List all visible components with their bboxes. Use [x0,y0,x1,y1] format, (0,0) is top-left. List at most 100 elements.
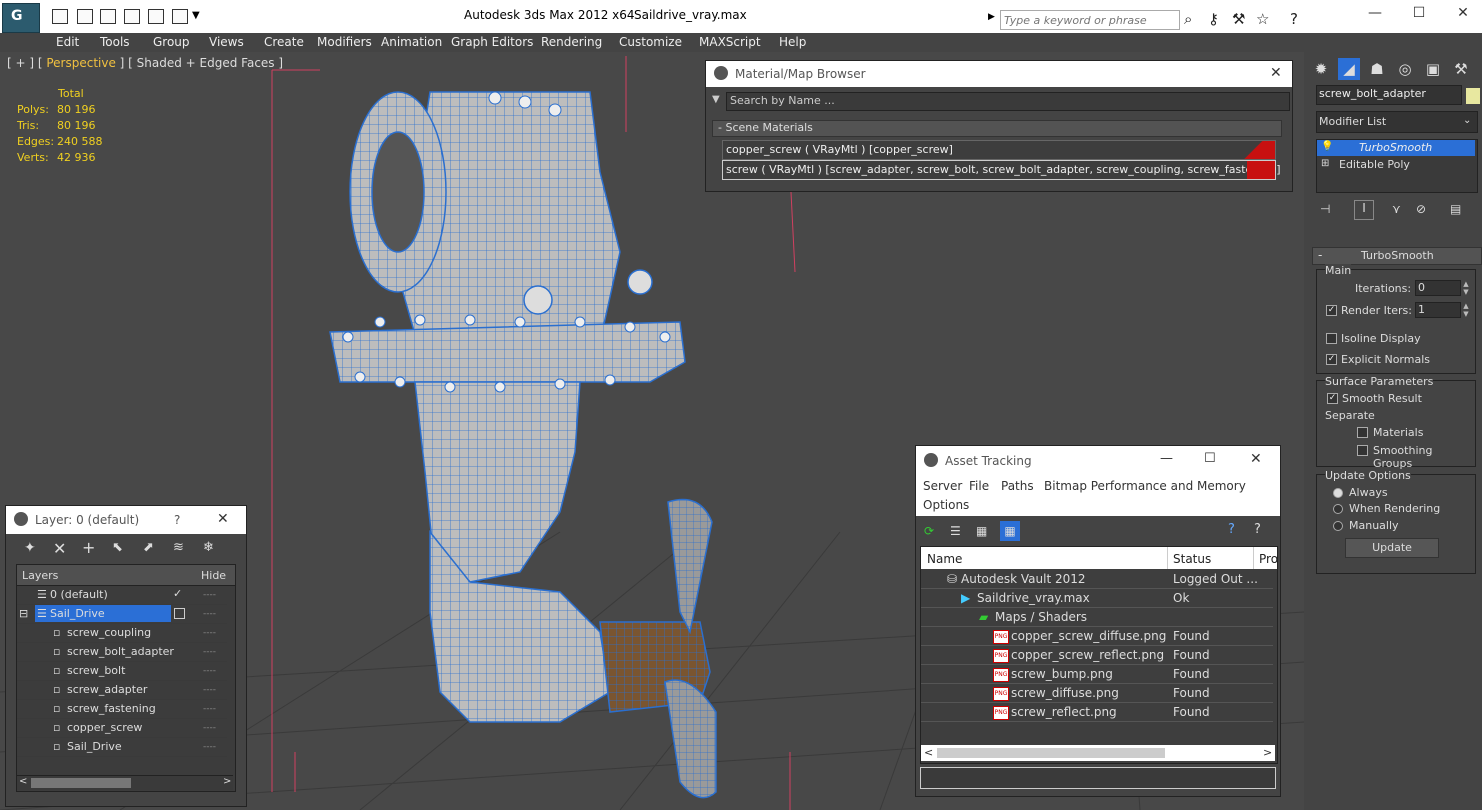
layer-row[interactable]: ⊟ ☰ Sail_Drive ---- [17,605,227,624]
layer-row[interactable]: ▫ copper_screw ---- [17,719,227,738]
current-layer-checkmark-icon[interactable]: ✓ [173,587,182,600]
key-icon[interactable]: ⚷ [1208,10,1219,28]
object-name[interactable]: screw_bolt [67,664,125,677]
scroll-left-icon[interactable]: < [19,776,27,787]
select-objects-icon[interactable]: ⬉ [112,540,123,555]
refresh-icon[interactable]: ⟳ [924,524,934,538]
modifier-list-label[interactable]: Modifier List [1319,115,1386,128]
asset-name[interactable]: screw_reflect.png [1011,705,1117,719]
binoculars-icon[interactable]: ⌕ [1184,10,1192,28]
render-iters-spinner[interactable]: 1 [1415,302,1461,318]
render-iters-checkbox[interactable]: ✓ [1326,305,1337,316]
viewport-label-prefix[interactable]: [ + ] [ [7,56,46,70]
collapse-minus-icon[interactable]: ⊟ [19,607,28,620]
maximize-button[interactable]: ☐ [1404,5,1434,25]
status-column-header[interactable]: Status [1173,552,1211,566]
hide-all-layers-icon[interactable]: ≋ [173,540,184,555]
search-field[interactable] [1000,10,1180,30]
update-button[interactable]: Update [1345,538,1439,558]
object-name[interactable]: screw_adapter [67,683,147,696]
asset-row[interactable]: ▶ Saildrive_vray.max Ok [921,589,1273,608]
options-dropdown-icon[interactable]: ▼ [712,94,720,105]
scroll-right-icon[interactable]: > [223,776,231,787]
material-row[interactable]: screw ( VRayMtl ) [screw_adapter, screw_… [722,160,1281,180]
object-name[interactable]: copper_screw [67,721,142,734]
layer-row[interactable]: ▫ screw_bolt ---- [17,662,227,681]
create-tab-icon[interactable]: ✹ [1310,58,1332,80]
horizontal-scrollbar[interactable]: < > [921,745,1275,761]
object-name-input[interactable] [1317,86,1461,101]
smooth-result-checkbox[interactable]: ✓ [1327,393,1338,404]
help-icon[interactable]: ? [1228,522,1235,537]
app-menu-button[interactable]: G [2,3,40,33]
thumbnail-view-icon[interactable]: ▦ [976,524,987,538]
object-name[interactable]: screw_fastening [67,702,156,715]
context-help-icon[interactable]: ? [1254,522,1261,537]
asset-name[interactable]: Maps / Shaders [995,610,1087,624]
scene-materials-section[interactable]: - Scene Materials [712,120,1282,137]
layer-row[interactable]: ▫ screw_fastening ---- [17,700,227,719]
remove-modifier-icon[interactable]: ⊘ [1416,202,1426,216]
viewport-view-name[interactable]: Perspective [46,56,116,70]
turbosmooth-rollout-header[interactable]: - TurboSmooth [1312,247,1482,265]
pro-column-header[interactable]: Pro [1259,552,1278,566]
menu-paths[interactable]: Paths [1001,479,1034,493]
lightbulb-icon[interactable]: 💡 [1321,141,1333,152]
undo-icon[interactable] [100,9,116,24]
search-input[interactable] [1001,11,1176,29]
show-end-result-icon[interactable]: I [1354,200,1374,220]
name-column-header[interactable]: Name [927,552,962,566]
motion-tab-icon[interactable]: ◎ [1394,58,1416,80]
spinner-arrows-icon[interactable]: ▲ ▼ [1461,302,1471,318]
scrollbar-thumb[interactable] [31,778,131,788]
close-button[interactable]: ✕ [1448,5,1478,25]
hold-icon[interactable] [148,9,164,24]
layer-row[interactable]: ▫ screw_coupling ---- [17,624,227,643]
hide-toggle[interactable]: ---- [203,704,216,714]
stack-item-editable-poly[interactable]: ⊞ Editable Poly [1317,157,1475,173]
maximize-button[interactable]: ☐ [1204,451,1216,466]
hide-column-header[interactable]: Hide [201,569,226,582]
asset-row[interactable]: ▰ Maps / Shaders [921,608,1273,627]
quick-access-dropdown-icon[interactable]: ▼ [192,10,200,21]
help-button[interactable]: ? [174,513,180,527]
close-icon[interactable]: ✕ [1250,451,1262,467]
menu-file[interactable]: File [969,479,989,493]
asset-name[interactable]: Saildrive_vray.max [977,591,1090,605]
list-view-icon[interactable]: ☰ [950,524,961,538]
close-icon[interactable]: ✕ [1270,65,1282,81]
minimize-button[interactable]: — [1160,451,1173,466]
stack-item-label[interactable]: TurboSmooth [1359,141,1432,154]
asset-row[interactable]: PNG copper_screw_reflect.png Found [921,646,1273,665]
highlight-objects-icon[interactable]: ⬈ [143,540,154,555]
chevron-down-icon[interactable]: ⌄ [1463,115,1471,126]
material-name[interactable]: screw ( VRayMtl ) [screw_adapter, screw_… [726,163,1281,176]
asset-row[interactable]: PNG screw_diffuse.png Found [921,684,1273,703]
iterations-spinner[interactable]: 0 [1415,280,1461,296]
menu-animation[interactable]: Animation [381,35,442,49]
menu-options[interactable]: Options [923,498,969,512]
material-search-field[interactable]: Search by Name ... [726,92,1290,111]
table-view-icon[interactable]: ▦ [1000,521,1020,541]
spinner-arrows-icon[interactable]: ▲ ▼ [1461,280,1471,296]
save-icon[interactable] [77,9,93,24]
stack-item-label[interactable]: Editable Poly [1339,158,1410,171]
current-layer-box-icon[interactable] [174,608,185,619]
pin-stack-icon[interactable]: ⊣ [1320,202,1330,216]
menu-bitmap-performance[interactable]: Bitmap Performance and Memory [1044,479,1246,493]
viewport-label[interactable]: [ + ] [ Perspective ] [ Shaded + Edged F… [7,56,283,70]
hierarchy-tab-icon[interactable]: ☗ [1366,58,1388,80]
update-manually-radio[interactable] [1333,521,1343,531]
asset-path-field[interactable] [920,767,1276,789]
hide-toggle[interactable]: ---- [203,590,216,600]
horizontal-scrollbar[interactable]: < > [17,775,233,790]
fetch-icon[interactable] [172,9,188,24]
material-search-placeholder[interactable]: Search by Name ... [730,94,835,107]
menu-help[interactable]: Help [779,35,806,49]
menu-create[interactable]: Create [264,35,304,49]
material-browser-header[interactable]: Material/Map Browser ✕ [706,61,1292,87]
delete-layer-icon[interactable]: ✕ [53,539,66,558]
layer-row[interactable]: ▫ screw_adapter ---- [17,681,227,700]
menu-group[interactable]: Group [153,35,190,49]
display-tab-icon[interactable]: ▣ [1422,58,1444,80]
